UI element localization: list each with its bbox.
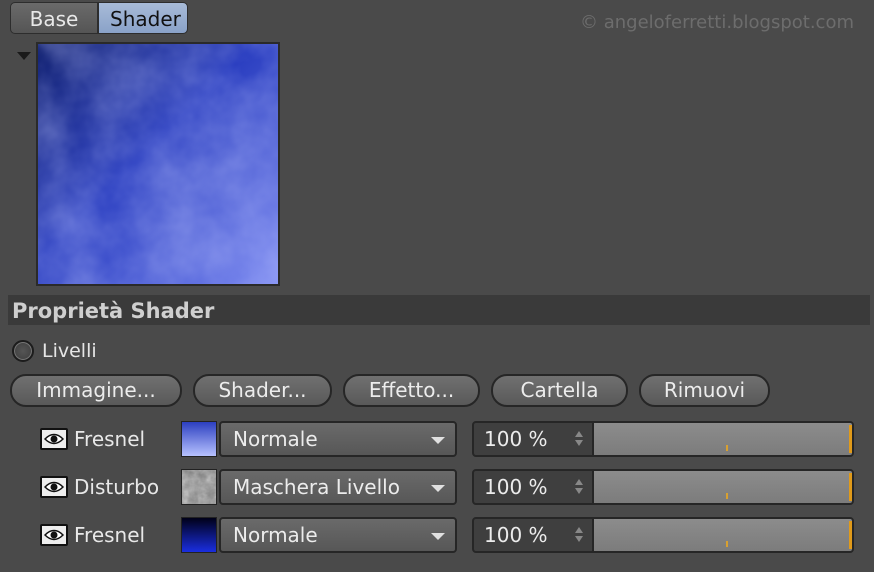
layer-name: Fresnel <box>74 427 146 451</box>
spinner-arrows-icon[interactable] <box>574 431 584 449</box>
eye-icon[interactable] <box>40 428 68 450</box>
blend-mode-select[interactable]: Maschera Livello <box>219 469 457 505</box>
opacity-value: 100 % <box>484 523 548 547</box>
layer-row[interactable]: Fresnel <box>40 516 217 554</box>
livelli-label: Livelli <box>42 340 97 362</box>
opacity-slider[interactable] <box>592 517 854 553</box>
tab-bar: Base Shader <box>10 2 188 34</box>
blend-mode-value: Normale <box>233 427 318 451</box>
layer-name: Disturbo <box>74 475 160 499</box>
opacity-field[interactable]: 100 % <box>472 517 594 553</box>
layer-row[interactable]: Disturbo <box>40 468 217 506</box>
spinner-arrows-icon[interactable] <box>574 527 584 545</box>
livelli-radio[interactable] <box>12 340 34 362</box>
opacity-value: 100 % <box>484 427 548 451</box>
opacity-slider[interactable] <box>592 421 854 457</box>
blend-mode-select[interactable]: Normale <box>219 421 457 457</box>
slider-handle[interactable] <box>849 425 852 453</box>
add-image-button[interactable]: Immagine... <box>10 374 182 407</box>
collapse-triangle-icon[interactable] <box>17 52 31 60</box>
chevron-down-icon <box>431 533 445 540</box>
tab-base[interactable]: Base <box>10 2 98 34</box>
layer-name: Fresnel <box>74 523 146 547</box>
tab-shader[interactable]: Shader <box>98 2 188 34</box>
add-shader-button[interactable]: Shader... <box>193 374 332 407</box>
opacity-field[interactable]: 100 % <box>472 421 594 457</box>
mode-radio-row[interactable]: Livelli <box>12 340 97 362</box>
opacity-slider[interactable] <box>592 469 854 505</box>
add-effect-button[interactable]: Effetto... <box>343 374 480 407</box>
layer-row[interactable]: Fresnel <box>40 420 217 458</box>
watermark: © angeloferretti.blogspot.com <box>580 12 854 33</box>
add-folder-button[interactable]: Cartella <box>491 374 628 407</box>
section-title: Proprietà Shader <box>8 295 870 325</box>
eye-icon[interactable] <box>40 476 68 498</box>
chevron-down-icon <box>431 437 445 444</box>
shader-preview <box>36 42 280 286</box>
slider-handle[interactable] <box>849 473 852 501</box>
eye-icon[interactable] <box>40 524 68 546</box>
layer-thumbnail <box>181 469 217 505</box>
blend-mode-value: Normale <box>233 523 318 547</box>
blend-mode-value: Maschera Livello <box>233 475 400 499</box>
slider-handle[interactable] <box>849 521 852 549</box>
blend-mode-select[interactable]: Normale <box>219 517 457 553</box>
spinner-arrows-icon[interactable] <box>574 479 584 497</box>
action-buttons: Immagine... Shader... Effetto... Cartell… <box>10 374 781 407</box>
chevron-down-icon <box>431 485 445 492</box>
layer-thumbnail <box>181 517 217 553</box>
layer-thumbnail <box>181 421 217 457</box>
remove-button[interactable]: Rimuovi <box>639 374 770 407</box>
opacity-value: 100 % <box>484 475 548 499</box>
opacity-field[interactable]: 100 % <box>472 469 594 505</box>
